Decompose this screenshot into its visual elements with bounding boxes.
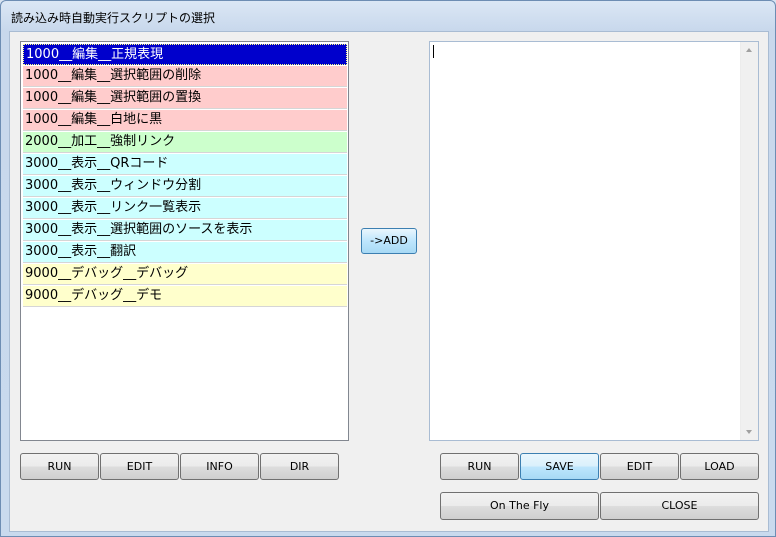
editor-scrollbar[interactable] [740, 42, 758, 440]
text-caret [433, 45, 434, 58]
script-list-item[interactable]: 2000__加工__強制リンク [23, 132, 347, 153]
load-button[interactable]: LOAD [680, 453, 759, 480]
script-list-item[interactable]: 3000__表示__翻訳 [23, 242, 347, 263]
on-the-fly-button[interactable]: On The Fly [440, 492, 599, 520]
window-title: 読み込み時自動実行スクリプトの選択 [11, 11, 216, 25]
right-edit-button[interactable]: EDIT [600, 453, 679, 480]
script-list-item[interactable]: 1000__編集__選択範囲の削除 [23, 66, 347, 87]
script-list-item[interactable]: 1000__編集__白地に黒 [23, 110, 347, 131]
dir-button[interactable]: DIR [260, 453, 339, 480]
scroll-down-arrow-icon[interactable] [746, 430, 752, 434]
left-run-button[interactable]: RUN [20, 453, 99, 480]
save-button[interactable]: SAVE [520, 453, 599, 480]
script-list-item[interactable]: 3000__表示__リンク一覧表示 [23, 198, 347, 219]
script-list-item[interactable]: 9000__デバッグ__デモ [23, 286, 347, 307]
script-list-item[interactable]: 9000__デバッグ__デバッグ [23, 264, 347, 285]
close-button[interactable]: CLOSE [600, 492, 759, 520]
left-edit-button[interactable]: EDIT [100, 453, 179, 480]
script-editor-textarea[interactable] [429, 41, 759, 441]
dialog-client-area: 1000__編集__正規表現 1000__編集__選択範囲の削除 1000__編… [9, 31, 769, 532]
right-run-button[interactable]: RUN [440, 453, 519, 480]
script-list-item[interactable]: 1000__編集__正規表現 [23, 44, 347, 65]
script-listbox[interactable]: 1000__編集__正規表現 1000__編集__選択範囲の削除 1000__編… [20, 41, 349, 441]
info-button[interactable]: INFO [180, 453, 259, 480]
script-list-item[interactable]: 3000__表示__QRコード [23, 154, 347, 175]
scroll-up-arrow-icon[interactable] [746, 48, 752, 52]
add-button[interactable]: ->ADD [361, 228, 417, 254]
title-bar[interactable]: 読み込み時自動実行スクリプトの選択 [1, 1, 775, 31]
script-list-item[interactable]: 3000__表示__選択範囲のソースを表示 [23, 220, 347, 241]
dialog-window: 読み込み時自動実行スクリプトの選択 1000__編集__正規表現 1000__編… [0, 0, 776, 537]
script-list-item[interactable]: 3000__表示__ウィンドウ分割 [23, 176, 347, 197]
script-list-item[interactable]: 1000__編集__選択範囲の置換 [23, 88, 347, 109]
